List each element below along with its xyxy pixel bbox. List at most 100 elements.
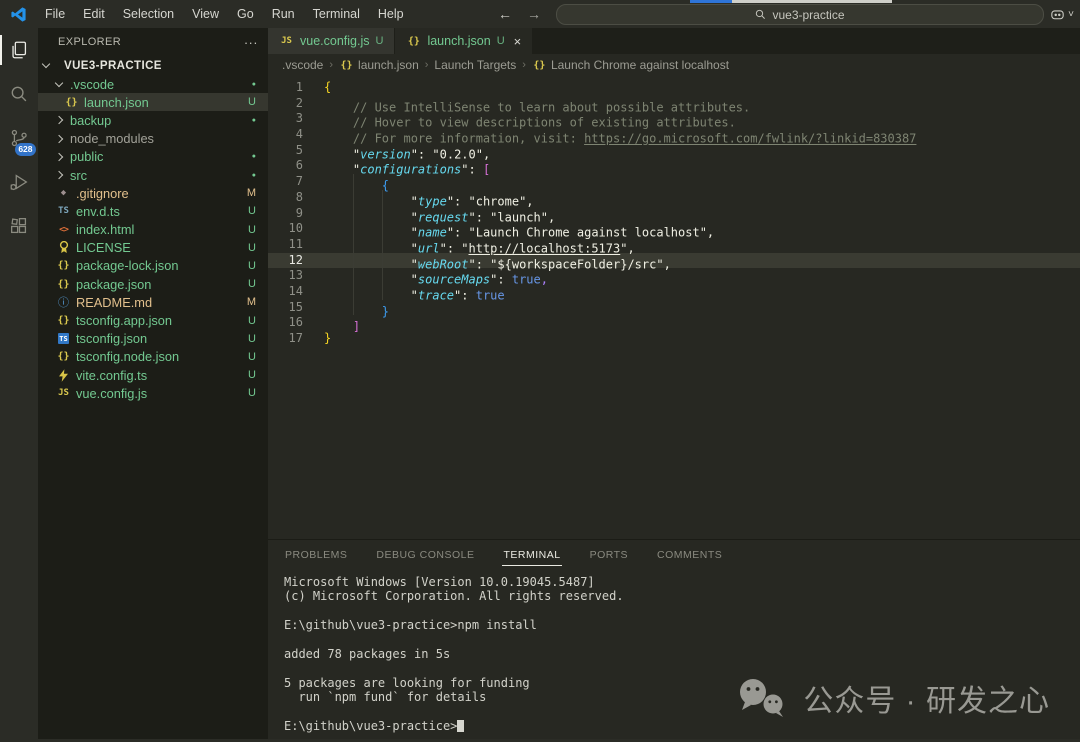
chevron-down-icon: ˅ <box>1068 9 1074 20</box>
tree-item-gitignore[interactable]: ◆.gitignoreM <box>38 184 268 202</box>
close-icon[interactable]: × <box>514 34 522 49</box>
menu-bar: FileEditSelectionViewGoRunTerminalHelp <box>36 0 413 28</box>
tab-launch-json[interactable]: {}launch.jsonU× <box>395 28 533 54</box>
activity-source-control[interactable]: 628 <box>0 116 38 160</box>
back-icon[interactable]: ← <box>498 6 512 22</box>
json-icon: {} <box>56 315 71 326</box>
terminal-line[interactable]: added 78 packages in 5s <box>284 647 1080 661</box>
extensions-icon <box>8 215 30 237</box>
terminal-line[interactable]: Microsoft Windows [Version 10.0.19045.54… <box>284 575 1080 589</box>
code-line-content: "name": "Launch Chrome against localhost… <box>324 221 714 237</box>
ts-gray-icon: TS <box>56 206 71 216</box>
forward-icon[interactable]: → <box>527 6 541 22</box>
tree-item-src[interactable]: src● <box>38 166 268 184</box>
watermark-text: 公众号 · 研发之心 <box>803 676 1050 720</box>
panel-tab-terminal[interactable]: TERMINAL <box>502 542 561 566</box>
activity-run-debug[interactable] <box>0 160 38 204</box>
indent-guide <box>353 174 382 190</box>
token-boolean: true <box>476 289 505 303</box>
json-icon: {} <box>532 60 547 71</box>
code-line[interactable]: 6"configurations": [ <box>268 158 1080 174</box>
tree-item-tsconfig-app-json[interactable]: {}tsconfig.app.jsonU <box>38 311 268 329</box>
tree-item-vscode[interactable]: .vscode● <box>38 75 268 93</box>
scm-count-badge: 628 <box>15 143 36 157</box>
code-line[interactable]: 2// Use IntelliSense to learn about poss… <box>268 96 1080 112</box>
tree-item-license[interactable]: LICENSEU <box>38 239 268 257</box>
terminal-line[interactable]: (c) Microsoft Corporation. All rights re… <box>284 589 1080 603</box>
tree-item-backup[interactable]: backup● <box>38 111 268 129</box>
breadcrumb: .vscode›{}launch.json›Launch Targets›{}L… <box>268 54 1080 76</box>
indent-guide <box>353 300 382 316</box>
tab-vue-config-js[interactable]: JSvue.config.jsU <box>268 28 395 54</box>
menu-view[interactable]: View <box>183 0 228 28</box>
menu-selection[interactable]: Selection <box>114 0 183 28</box>
code-line[interactable]: 14"trace": true <box>268 284 1080 300</box>
breadcrumb-item-vscode[interactable]: .vscode <box>282 58 323 72</box>
panel-tab-debug-console[interactable]: DEBUG CONSOLE <box>375 542 475 566</box>
code-line[interactable]: 13"sourceMaps": true, <box>268 268 1080 284</box>
panel-tab-comments[interactable]: COMMENTS <box>656 542 723 566</box>
code-line[interactable]: 17} <box>268 331 1080 347</box>
tree-item-env-d-ts[interactable]: TSenv.d.tsU <box>38 202 268 220</box>
tree-item-readme-md[interactable]: ⓘREADME.mdM <box>38 293 268 311</box>
terminal-line[interactable]: E:\github\vue3-practice> <box>284 719 1080 733</box>
token-comma: , <box>541 273 548 287</box>
code-line[interactable]: 4// For more information, visit: https:/… <box>268 127 1080 143</box>
token-bracket-blue: } <box>382 304 389 318</box>
code-line[interactable]: 9"request": "launch", <box>268 206 1080 222</box>
tree-item-package-json[interactable]: {}package.jsonU <box>38 275 268 293</box>
tree-item-node-modules[interactable]: node_modules <box>38 130 268 148</box>
tree-item-tsconfig-json[interactable]: TStsconfig.jsonU <box>38 330 268 348</box>
tree-item-label: src <box>70 168 87 183</box>
tree-item-package-lock-json[interactable]: {}package-lock.jsonU <box>38 257 268 275</box>
code-line[interactable]: 3// Hover to view descriptions of existi… <box>268 111 1080 127</box>
terminal-line[interactable] <box>284 604 1080 618</box>
indent-guide <box>382 206 411 222</box>
code-line[interactable]: 1{ <box>268 80 1080 96</box>
code-line[interactable]: 12"webRoot": "${workspaceFolder}/src", <box>268 253 1080 269</box>
breadcrumb-item-launch-targets[interactable]: Launch Targets <box>434 58 516 72</box>
tree-item-tsconfig-node-json[interactable]: {}tsconfig.node.jsonU <box>38 348 268 366</box>
code-line[interactable]: 8"type": "chrome", <box>268 190 1080 206</box>
copilot-menu[interactable]: ˅ <box>1049 0 1074 28</box>
code-line[interactable]: 16] <box>268 315 1080 331</box>
menu-terminal[interactable]: Terminal <box>304 0 369 28</box>
nav-history: ← → <box>498 0 541 28</box>
code-line-content: // For more information, visit: https://… <box>324 127 916 143</box>
menu-run[interactable]: Run <box>263 0 304 28</box>
code-line[interactable]: 10"name": "Launch Chrome against localho… <box>268 221 1080 237</box>
code-editor[interactable]: 1{2// Use IntelliSense to learn about po… <box>268 76 1080 540</box>
terminal-line[interactable] <box>284 633 1080 647</box>
tree-item-vite-config-ts[interactable]: vite.config.tsU <box>38 366 268 384</box>
vscode-logo-icon <box>10 6 27 23</box>
tree-root-folder[interactable]: VUE3-PRACTICE <box>38 56 268 75</box>
line-number: 2 <box>268 96 303 112</box>
menu-file[interactable]: File <box>36 0 74 28</box>
tree-item-launch-json[interactable]: {}launch.jsonU <box>38 93 268 111</box>
terminal-line[interactable] <box>284 661 1080 675</box>
tree-item-index-html[interactable]: <>index.htmlU <box>38 221 268 239</box>
git-status-badge: U <box>248 315 256 327</box>
indent-guide <box>324 237 353 253</box>
git-status-badge: U <box>248 369 256 381</box>
panel-tab-problems[interactable]: PROBLEMS <box>284 542 348 566</box>
terminal-line[interactable]: E:\github\vue3-practice>npm install <box>284 618 1080 632</box>
breadcrumb-item-launch-json[interactable]: {}launch.json <box>339 58 419 72</box>
tree-item-public[interactable]: public● <box>38 148 268 166</box>
breadcrumb-item-launch-chrome-against-localhost[interactable]: {}Launch Chrome against localhost <box>532 58 729 72</box>
code-line-content: "webRoot": "${workspaceFolder}/src", <box>324 253 671 269</box>
menu-go[interactable]: Go <box>228 0 263 28</box>
tree-item-label: tsconfig.node.json <box>76 349 179 364</box>
code-line[interactable]: 15} <box>268 300 1080 316</box>
tree-item-label: node_modules <box>70 131 154 146</box>
tree-item-vue-config-js[interactable]: JSvue.config.jsU <box>38 384 268 402</box>
menu-help[interactable]: Help <box>369 0 413 28</box>
activity-search[interactable] <box>0 72 38 116</box>
panel-tab-ports[interactable]: PORTS <box>589 542 629 566</box>
search-input[interactable]: vue3-practice <box>556 4 1044 25</box>
activity-extensions[interactable] <box>0 204 38 248</box>
menu-edit[interactable]: Edit <box>74 0 114 28</box>
activity-explorer[interactable] <box>0 28 38 72</box>
json-icon: {} <box>64 97 79 108</box>
more-actions-icon[interactable]: ··· <box>244 35 258 50</box>
